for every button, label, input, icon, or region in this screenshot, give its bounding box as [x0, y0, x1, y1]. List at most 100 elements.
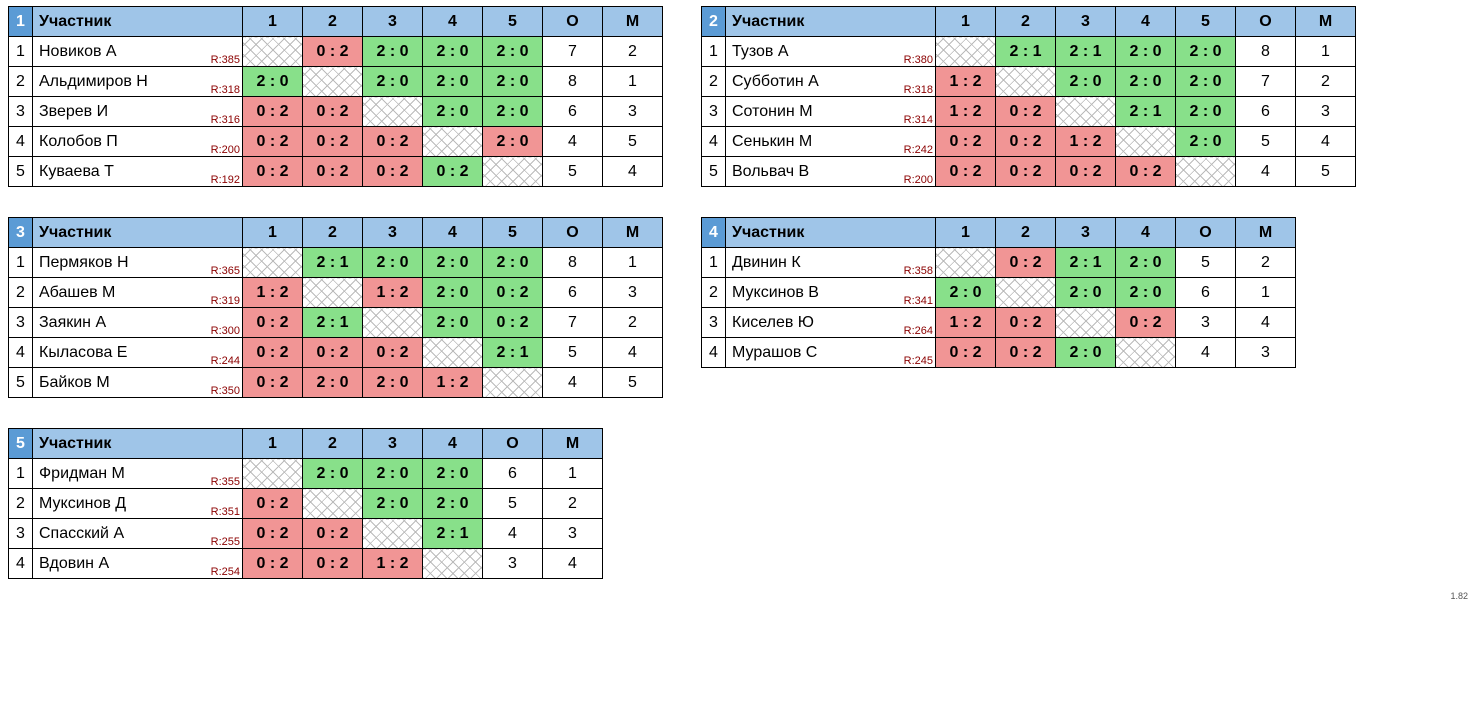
participant-cell: Мурашов СR:245 — [726, 338, 936, 368]
place-header: М — [1236, 218, 1296, 248]
place-cell: 2 — [603, 37, 663, 67]
points-cell: 5 — [543, 157, 603, 187]
place-cell: 3 — [603, 97, 663, 127]
score-cell: 0 : 2 — [363, 127, 423, 157]
score-cell: 2 : 0 — [483, 248, 543, 278]
row-index: 5 — [9, 368, 33, 398]
score-cell: 1 : 2 — [936, 67, 996, 97]
row-index: 3 — [702, 97, 726, 127]
score-cell: 0 : 2 — [483, 308, 543, 338]
participant-name: Сенькин М — [726, 133, 812, 151]
place-cell: 1 — [1296, 37, 1356, 67]
row-index: 1 — [702, 37, 726, 67]
group-table-4: 4Участник1234ОМ1Двинин КR:3580 : 22 : 12… — [701, 217, 1296, 398]
place-cell: 1 — [543, 459, 603, 489]
score-cell: 2 : 0 — [1176, 97, 1236, 127]
score-self — [363, 97, 423, 127]
participant-cell: Муксинов ВR:341 — [726, 278, 936, 308]
score-cell: 0 : 2 — [1056, 157, 1116, 187]
score-cell: 0 : 2 — [303, 97, 363, 127]
participant-rating: R:380 — [904, 54, 933, 66]
participant-rating: R:341 — [904, 295, 933, 307]
score-cell: 2 : 1 — [423, 519, 483, 549]
score-self — [423, 549, 483, 579]
points-cell: 8 — [543, 248, 603, 278]
points-header: О — [483, 429, 543, 459]
participant-rating: R:192 — [211, 174, 240, 186]
participant-header: Участник — [33, 429, 243, 459]
participant-rating: R:245 — [904, 355, 933, 367]
round-header-4: 4 — [423, 7, 483, 37]
round-header-3: 3 — [363, 429, 423, 459]
round-header-4: 4 — [423, 218, 483, 248]
place-cell: 3 — [1236, 338, 1296, 368]
score-cell: 2 : 0 — [1116, 248, 1176, 278]
participant-name: Тузов А — [726, 43, 789, 61]
table-row: 5Байков МR:3500 : 22 : 02 : 01 : 245 — [9, 368, 663, 398]
row-index: 4 — [9, 338, 33, 368]
table-row: 2Муксинов ДR:3510 : 22 : 02 : 052 — [9, 489, 603, 519]
score-self — [1056, 308, 1116, 338]
table-row: 2Муксинов ВR:3412 : 02 : 02 : 061 — [702, 278, 1296, 308]
points-cell: 6 — [543, 97, 603, 127]
place-cell: 4 — [1236, 308, 1296, 338]
score-cell: 0 : 2 — [303, 157, 363, 187]
score-self — [996, 278, 1056, 308]
score-cell: 2 : 0 — [1116, 37, 1176, 67]
points-cell: 7 — [543, 308, 603, 338]
row-index: 1 — [702, 248, 726, 278]
participant-name: Субботин А — [726, 73, 819, 91]
place-cell: 1 — [603, 248, 663, 278]
score-self — [303, 278, 363, 308]
participant-name: Колобов П — [33, 133, 118, 151]
participant-rating: R:264 — [904, 325, 933, 337]
score-cell: 0 : 2 — [363, 338, 423, 368]
place-cell: 2 — [1236, 248, 1296, 278]
score-cell: 2 : 1 — [303, 248, 363, 278]
score-cell: 2 : 0 — [483, 97, 543, 127]
round-header-4: 4 — [1116, 218, 1176, 248]
participant-cell: Двинин КR:358 — [726, 248, 936, 278]
participant-header: Участник — [726, 7, 936, 37]
score-cell: 2 : 0 — [363, 459, 423, 489]
table-row: 4Мурашов СR:2450 : 20 : 22 : 043 — [702, 338, 1296, 368]
score-cell: 2 : 1 — [1056, 248, 1116, 278]
row-index: 1 — [9, 37, 33, 67]
score-cell: 2 : 1 — [1056, 37, 1116, 67]
row-index: 1 — [9, 248, 33, 278]
round-header-2: 2 — [303, 429, 363, 459]
row-index: 3 — [9, 308, 33, 338]
group-table-5: 5Участник1234ОМ1Фридман МR:3552 : 02 : 0… — [8, 428, 603, 579]
row-index: 5 — [9, 157, 33, 187]
score-self — [1056, 97, 1116, 127]
participant-name: Кыласова Е — [33, 344, 127, 362]
score-cell: 2 : 0 — [363, 368, 423, 398]
group-number: 3 — [9, 218, 33, 248]
score-cell: 0 : 2 — [996, 338, 1056, 368]
score-cell: 0 : 2 — [303, 519, 363, 549]
participant-cell: Сенькин М R:242 — [726, 127, 936, 157]
round-header-5: 5 — [1176, 7, 1236, 37]
score-self — [1176, 157, 1236, 187]
score-cell: 2 : 0 — [423, 489, 483, 519]
round-header-3: 3 — [363, 7, 423, 37]
row-index: 2 — [702, 67, 726, 97]
participant-cell: Кыласова ЕR:244 — [33, 338, 243, 368]
table-row: 1Тузов АR:3802 : 12 : 12 : 02 : 081 — [702, 37, 1356, 67]
score-cell: 2 : 1 — [303, 308, 363, 338]
participant-rating: R:242 — [904, 144, 933, 156]
place-header: М — [1296, 7, 1356, 37]
points-cell: 6 — [1176, 278, 1236, 308]
row-index: 5 — [702, 157, 726, 187]
score-cell: 2 : 1 — [996, 37, 1056, 67]
points-cell: 8 — [543, 67, 603, 97]
row-index: 3 — [9, 97, 33, 127]
score-self — [303, 67, 363, 97]
score-self — [936, 37, 996, 67]
points-cell: 3 — [1176, 308, 1236, 338]
row-index: 2 — [702, 278, 726, 308]
participant-cell: Спасский АR:255 — [33, 519, 243, 549]
table-row: 1Новиков АR:3850 : 22 : 02 : 02 : 072 — [9, 37, 663, 67]
points-header: О — [1176, 218, 1236, 248]
place-cell: 4 — [543, 549, 603, 579]
